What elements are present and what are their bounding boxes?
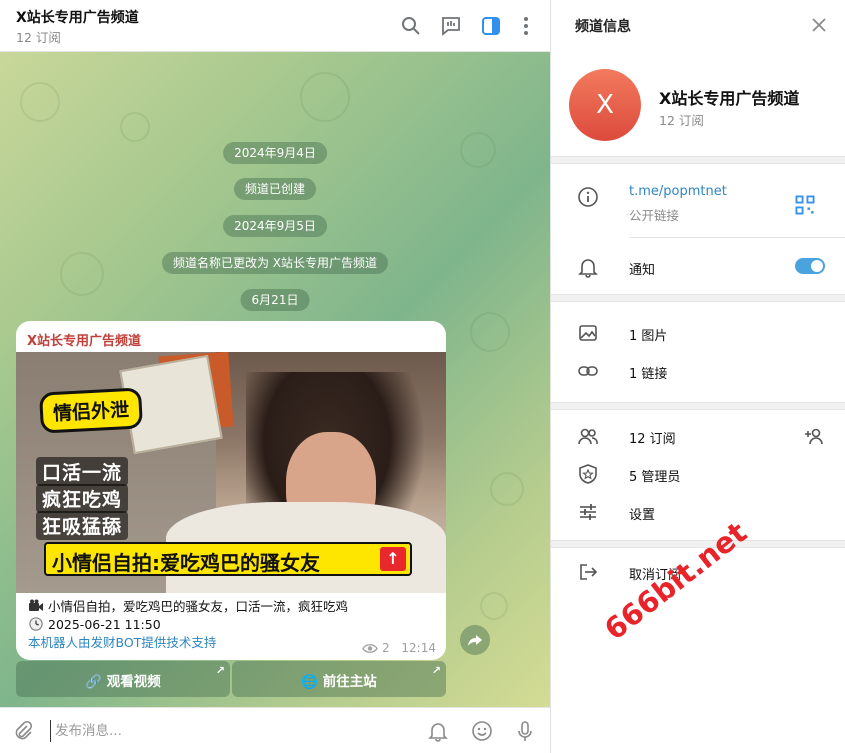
sidebar-toggle-icon[interactable] — [479, 14, 503, 38]
watch-video-text: 观看视频 — [106, 674, 161, 690]
link-icon: 🔗 — [85, 674, 107, 690]
search-icon[interactable] — [399, 14, 423, 38]
visit-site-label: 🌐 前往主站 — [232, 670, 446, 690]
message-composer: 发布消息... — [0, 707, 550, 753]
qr-code-icon[interactable] — [794, 194, 815, 215]
up-arrow-icon: ↑ — [380, 547, 406, 571]
attach-icon[interactable] — [12, 720, 34, 742]
chat-subscribers: 12 订阅 — [16, 30, 61, 45]
caption-datetime: 2025-06-21 11:50 — [48, 617, 161, 632]
forward-button[interactable] — [460, 625, 490, 655]
notifications-toggle[interactable] — [795, 258, 825, 274]
emoji-icon[interactable] — [471, 720, 493, 742]
channel-name: X站长专用广告频道 — [659, 89, 800, 108]
info-icon — [577, 186, 599, 208]
channel-info-panel: 频道信息 X X站长专用广告频道 12 订阅 t.me/popmtnet 公开链… — [550, 0, 845, 753]
service-message: 频道名称已更改为 X站长专用广告频道 — [161, 252, 389, 274]
info-panel-title: 频道信息 — [575, 19, 631, 35]
notifications-label: 通知 — [629, 263, 656, 278]
date-pill: 2024年9月5日 — [223, 215, 327, 237]
external-arrow-icon: ↗ — [215, 664, 225, 677]
post-author[interactable]: X站长专用广告频道 — [27, 330, 141, 349]
settings-row[interactable]: 设置 — [629, 504, 655, 523]
external-arrow-icon: ↗ — [431, 664, 441, 677]
section-separator — [551, 156, 845, 164]
service-message: 频道已创建 — [233, 178, 317, 200]
date-pill: 2024年9月4日 — [223, 142, 327, 164]
image-icon — [577, 322, 599, 344]
bell-icon[interactable] — [427, 720, 449, 742]
row-divider — [629, 237, 845, 238]
section-separator — [551, 294, 845, 302]
visit-site-text: 前往主站 — [322, 674, 377, 690]
globe-icon: 🌐 — [301, 674, 323, 690]
chat-feedback-icon[interactable] — [439, 14, 463, 38]
public-link-caption: 公开链接 — [629, 208, 680, 223]
message-input[interactable]: 发布消息... — [50, 720, 390, 742]
leave-icon — [577, 561, 599, 583]
caption-text: 小情侣自拍，爱吃鸡巴的骚女友，口活一流，疯狂吃鸡 — [48, 599, 349, 614]
post-media-image[interactable]: 情侣外泄 口活一流 疯狂吃鸡 狂吸猛舔 小情侣自拍:爱吃鸡巴的骚女友 ↑ — [16, 352, 446, 593]
chat-title[interactable]: X站长专用广告频道 — [16, 7, 139, 27]
media-text: 狂吸猛舔 — [36, 511, 129, 540]
date-pill: 6月21日 — [240, 289, 310, 311]
caption-line: 小情侣自拍，爱吃鸡巴的骚女友，口活一流，疯狂吃鸡 — [28, 598, 438, 616]
channel-post[interactable]: X站长专用广告频道 情侣外泄 口活一流 疯狂吃鸡 狂吸猛舔 小情侣自拍:爱吃鸡巴… — [16, 321, 446, 660]
section-separator — [551, 402, 845, 410]
users-icon — [577, 425, 599, 447]
post-time: 12:14 — [401, 641, 436, 655]
add-user-icon[interactable] — [803, 425, 825, 447]
photos-row[interactable]: 1 图片 — [629, 325, 667, 344]
forward-icon — [468, 635, 482, 646]
caption-line: 2025-06-21 11:50 — [28, 616, 438, 634]
chat-header: X站长专用广告频道 12 订阅 — [0, 0, 550, 52]
chat-panel: X站长专用广告频道 12 订阅 2024年9月4日 频道已创建 2024年9月5… — [0, 0, 550, 753]
channel-avatar[interactable]: X — [569, 69, 641, 141]
channel-subscribers: 12 订阅 — [659, 113, 704, 128]
admin-shield-icon — [577, 463, 599, 485]
media-text: 口活一流 — [36, 457, 129, 486]
public-link[interactable]: t.me/popmtnet — [629, 184, 727, 199]
link-icon — [577, 360, 599, 382]
post-meta: 2 12:14 — [362, 641, 436, 657]
bell-icon — [577, 256, 599, 278]
media-text: 疯狂吃鸡 — [36, 484, 129, 513]
more-vert-icon[interactable] — [514, 14, 538, 38]
close-icon[interactable] — [809, 15, 829, 35]
media-tag: 情侣外泄 — [38, 387, 144, 434]
links-row[interactable]: 1 链接 — [629, 363, 667, 382]
visit-site-button[interactable]: 🌐 前往主站 ↗ — [232, 661, 446, 697]
watch-video-label: 🔗 观看视频 — [16, 670, 230, 690]
video-camera-icon — [28, 599, 44, 613]
watch-video-button[interactable]: 🔗 观看视频 ↗ — [16, 661, 230, 697]
media-banner-text: 小情侣自拍:爱吃鸡巴的骚女友 — [52, 551, 320, 575]
admins-row[interactable]: 5 管理员 — [629, 466, 680, 485]
media-banner: 小情侣自拍:爱吃鸡巴的骚女友 ↑ — [44, 542, 412, 576]
microphone-icon[interactable] — [514, 720, 536, 742]
subscribers-row[interactable]: 12 订阅 — [629, 428, 676, 447]
settings-sliders-icon — [577, 501, 599, 523]
view-count: 2 — [381, 641, 390, 655]
clock-icon — [28, 617, 44, 631]
eye-icon — [362, 643, 378, 657]
